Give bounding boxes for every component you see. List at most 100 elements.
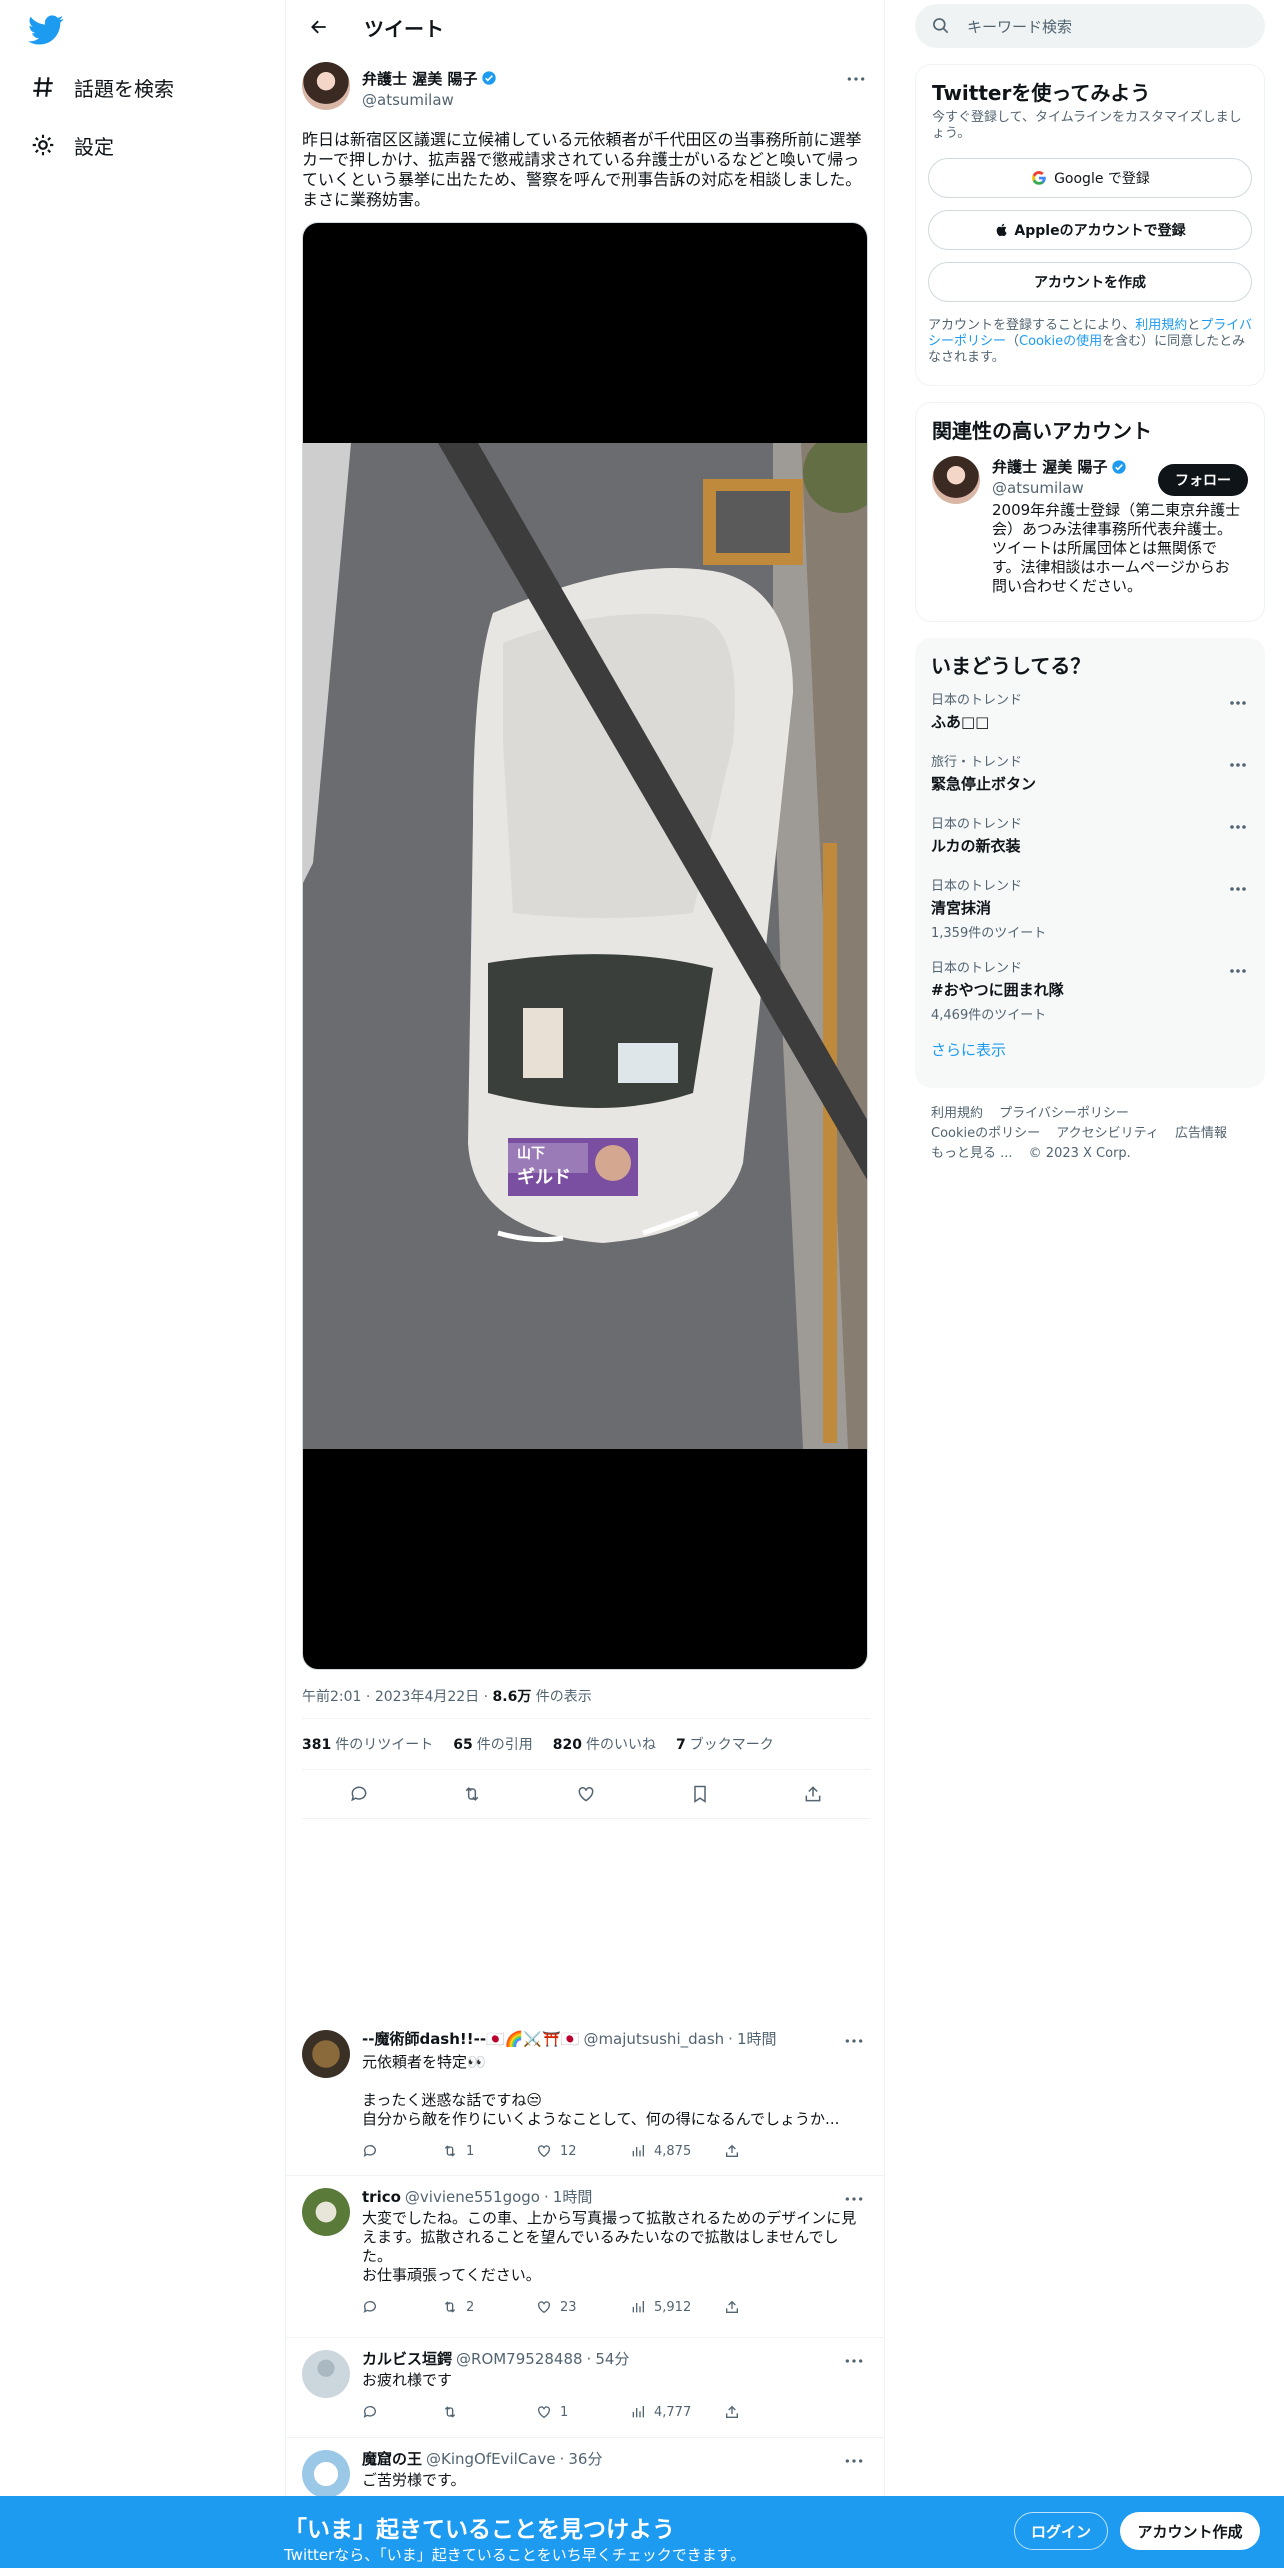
share-icon (726, 2405, 738, 2418)
avatar[interactable] (302, 62, 350, 110)
avatar[interactable] (302, 2030, 350, 2078)
reply-time[interactable]: 1時間 (737, 2030, 777, 2049)
avatar[interactable] (302, 2450, 350, 2498)
bookmark-icon[interactable] (683, 1777, 717, 1811)
author-handle[interactable]: @atsumilaw (362, 91, 497, 109)
reply-item[interactable]: 魔窟の王 @KingOfEvilCave · 36分 ご苦労様です。 (286, 2438, 884, 2498)
reply-author-handle[interactable]: @ROM79528488 (456, 2350, 583, 2369)
reply-author-name[interactable]: 魔窟の王 (362, 2450, 422, 2469)
hashtag-icon (28, 72, 58, 102)
reply-like-button[interactable]: 1 (536, 2403, 630, 2422)
more-options-icon[interactable] (844, 2030, 868, 2048)
avatar[interactable] (302, 2188, 350, 2236)
login-button[interactable]: ログイン (1014, 2512, 1108, 2550)
trend-item[interactable]: 日本のトレンド ふあ□□ (915, 689, 1265, 751)
tweet-video[interactable]: 山下 ギルド (302, 222, 868, 1670)
trend-count: 1,359件のツイート (931, 926, 1047, 941)
quotes-stat[interactable]: 65 件の引用 (453, 1734, 532, 1754)
views-icon (632, 2406, 644, 2418)
reply-retweet-button[interactable] (442, 2404, 536, 2420)
reply-reply-button[interactable] (362, 2404, 442, 2420)
reply-time[interactable]: 54分 (595, 2350, 629, 2369)
trend-item[interactable]: 日本のトレンド 清宮抹消 1,359件のツイート (915, 875, 1265, 957)
trend-item[interactable]: 旅行・トレンド 緊急停止ボタン (915, 751, 1265, 813)
retweets-stat[interactable]: 381 件のリツイート (302, 1734, 433, 1754)
more-options-icon[interactable] (842, 70, 870, 88)
more-options-icon[interactable] (1229, 691, 1249, 705)
reply-like-button[interactable]: 12 (536, 2142, 630, 2161)
reply-author-name[interactable]: trico (362, 2188, 401, 2207)
bookmarks-stat[interactable]: 7 ブックマーク (676, 1734, 774, 1754)
google-icon (1032, 171, 1046, 185)
tweet-time[interactable]: 午前2:01 (302, 1689, 361, 1705)
related-display-name[interactable]: 弁護士 渥美 陽子 (992, 456, 1107, 477)
terms-link[interactable]: 利用規約 (1135, 318, 1187, 333)
more-options-icon[interactable] (1229, 815, 1249, 829)
footer-ads-link[interactable]: 広告情報 (1175, 1126, 1227, 1141)
header-bar: ツイート (286, 0, 884, 54)
likes-stat[interactable]: 820 件のいいね (553, 1734, 656, 1754)
share-icon[interactable] (796, 1777, 830, 1811)
trend-item[interactable]: 日本のトレンド ルカの新衣装 (915, 813, 1265, 875)
reply-icon (363, 2301, 376, 2313)
create-account-button[interactable]: アカウント作成 (1120, 2512, 1260, 2550)
search-input[interactable]: キーワード検索 (915, 4, 1265, 48)
trend-item[interactable]: 日本のトレンド #おやつに囲まれ隊 4,469件のツイート (915, 957, 1265, 1039)
more-options-icon[interactable] (844, 2188, 868, 2206)
reply-time[interactable]: 1時間 (553, 2188, 593, 2207)
reply-item[interactable]: カルビス垣鍔 @ROM79528488 · 54分 お疲れ様です 1 4,777 (286, 2338, 884, 2438)
show-more-link[interactable]: さらに表示 (915, 1039, 1265, 1060)
reply-retweet-button[interactable]: 2 (442, 2298, 536, 2317)
reply-views-button[interactable]: 5,912 (630, 2298, 724, 2317)
footer-terms-link[interactable]: 利用規約 (931, 1106, 983, 1121)
retweet-icon[interactable] (455, 1777, 489, 1811)
nav-explore[interactable]: 話題を検索 (28, 62, 174, 112)
reply-author-name[interactable]: カルビス垣鍔 (362, 2350, 452, 2369)
reply-reply-button[interactable] (362, 2143, 442, 2159)
reply-reply-button[interactable] (362, 2299, 442, 2315)
more-options-icon[interactable] (1229, 753, 1249, 767)
reply-item[interactable]: trico @viviene551gogo · 1時間 大変でしたね。この車、上… (286, 2176, 884, 2338)
footer-cookie-link[interactable]: Cookieのポリシー (931, 1126, 1040, 1141)
reply-views-button[interactable]: 4,875 (630, 2142, 724, 2161)
footer-more-link[interactable]: もっと見る ... (931, 1146, 1013, 1161)
reply-author-name[interactable]: --魔術師dash!!--🇯🇵🌈⚔️⛩️🇯🇵 (362, 2030, 579, 2049)
reply-like-button[interactable]: 23 (536, 2298, 630, 2317)
reply-share-button[interactable] (724, 2143, 818, 2159)
nav-settings[interactable]: 設定 (28, 120, 114, 170)
separator: · (586, 2350, 592, 2368)
reply-actions: 2 23 5,912 (362, 2291, 868, 2323)
reply-icon[interactable] (342, 1777, 376, 1811)
avatar[interactable] (302, 2350, 350, 2398)
more-options-icon[interactable] (1229, 877, 1249, 891)
reply-time[interactable]: 36分 (568, 2450, 602, 2469)
author-display-name[interactable]: 弁護士 渥美 陽子 (362, 68, 477, 89)
tweet-date[interactable]: 2023年4月22日 (375, 1689, 479, 1705)
back-arrow-icon[interactable] (302, 10, 336, 44)
create-account-button[interactable]: アカウントを作成 (928, 262, 1252, 302)
reply-retweet-button[interactable]: 1 (442, 2142, 536, 2161)
signup-title: Twitterを使ってみよう (932, 81, 1151, 105)
reply-author-handle[interactable]: @majutsushi_dash (583, 2030, 724, 2049)
avatar[interactable] (932, 456, 980, 504)
apple-signup-button[interactable]: Appleのアカウントで登録 (928, 210, 1252, 250)
reply-author-handle[interactable]: @viviene551gogo (405, 2188, 540, 2207)
more-options-icon[interactable] (1229, 959, 1249, 973)
apple-signup-label: Appleのアカウントで登録 (1014, 223, 1186, 239)
footer-privacy-link[interactable]: プライバシーポリシー (999, 1106, 1129, 1121)
follow-button[interactable]: フォロー (1158, 464, 1248, 496)
cookie-link[interactable]: Cookieの使用 (1019, 334, 1102, 349)
more-options-icon[interactable] (844, 2450, 868, 2468)
reply-share-button[interactable] (724, 2299, 818, 2315)
more-options-icon[interactable] (844, 2350, 868, 2368)
like-icon (538, 2301, 550, 2314)
twitter-logo-icon[interactable] (28, 12, 64, 48)
reply-item[interactable]: --魔術師dash!!--🇯🇵🌈⚔️⛩️🇯🇵 @majutsushi_dash … (286, 2018, 884, 2176)
footer-accessibility-link[interactable]: アクセシビリティ (1056, 1126, 1159, 1141)
reply-views-button[interactable]: 4,777 (630, 2403, 724, 2422)
like-icon[interactable] (569, 1777, 603, 1811)
related-account[interactable]: 弁護士 渥美 陽子 @atsumilaw 2009年弁護士登録（第二東京弁護士会… (916, 448, 1264, 604)
reply-author-handle[interactable]: @KingOfEvilCave (426, 2450, 556, 2469)
reply-share-button[interactable] (724, 2404, 818, 2420)
google-signup-button[interactable]: Google で登録 (928, 158, 1252, 198)
